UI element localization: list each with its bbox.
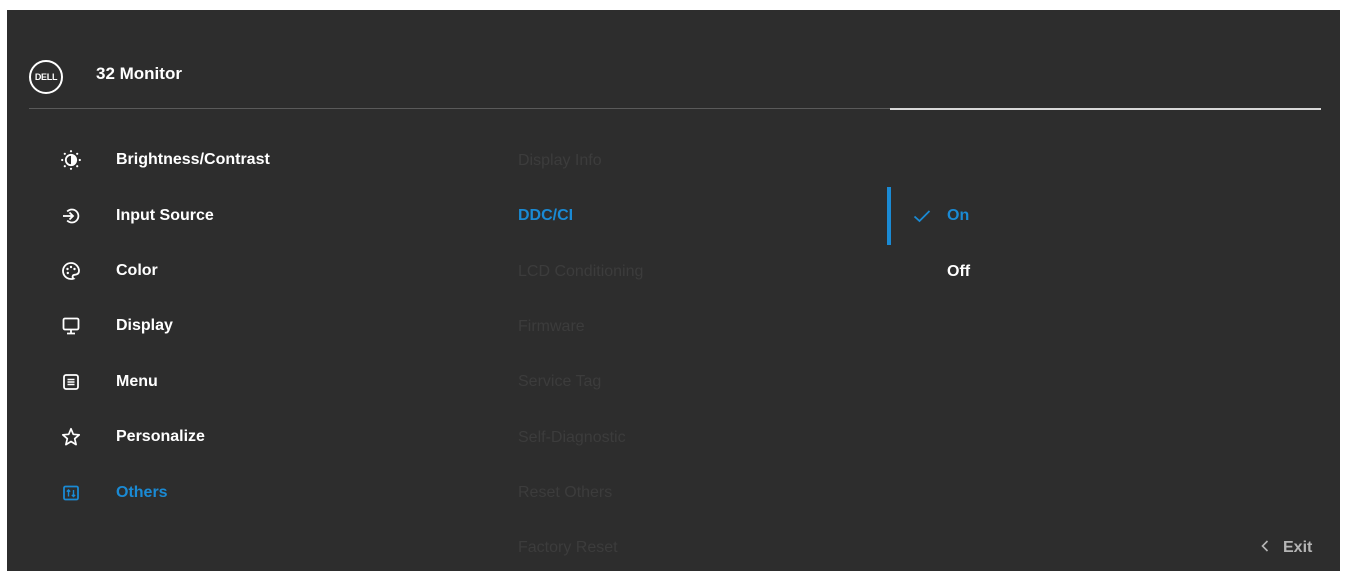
menu-item-brightness-contrast[interactable]: Brightness/Contrast [60,145,460,175]
chevron-left-icon [1261,539,1269,557]
menu-item-label: Brightness/Contrast [116,151,270,168]
menu-icon [60,371,82,393]
menu-item-label: Menu [116,373,158,390]
submenu-item-factory-reset[interactable]: Factory Reset [518,536,618,560]
menu-item-menu[interactable]: Menu [60,367,460,397]
brightness-icon [60,149,82,171]
menu-item-label: Others [116,484,168,501]
submenu-item-lcd-conditioning[interactable]: LCD Conditioning [518,260,643,284]
dell-logo-text: DELL [34,72,58,82]
menu-item-label: Personalize [116,428,205,445]
submenu-item-reset-others[interactable]: Reset Others [518,481,612,505]
exit-button[interactable]: Exit [1261,536,1312,560]
menu-item-color[interactable]: Color [60,256,460,286]
menu-item-input-source[interactable]: Input Source [60,201,460,231]
selection-indicator [887,187,891,245]
checkmark-icon [913,209,931,223]
submenu-item-self-diagnostic[interactable]: Self-Diagnostic [518,426,626,450]
menu-item-label: Display [116,317,173,334]
submenu-item-service-tag[interactable]: Service Tag [518,370,601,394]
submenu-item-ddc-ci[interactable]: DDC/CI [518,204,573,228]
menu-item-others[interactable]: Others [60,478,460,508]
menu-item-personalize[interactable]: Personalize [60,422,460,452]
others-icon [60,482,82,504]
monitor-title: 32 Monitor [96,64,182,83]
color-palette-icon [60,260,82,282]
monitor-osd-panel: DELL 32 Monitor Brightness/Contrast Inpu… [7,10,1340,571]
menu-item-label: Color [116,262,158,279]
menu-item-label: Input Source [116,207,214,224]
display-monitor-icon [60,315,82,337]
options-header-divider [890,108,1321,110]
submenu-item-firmware[interactable]: Firmware [518,315,585,339]
option-on[interactable]: On [947,204,969,228]
dell-logo: DELL [29,60,63,94]
submenu-item-display-info[interactable]: Display Info [518,149,602,173]
header-divider [29,108,890,109]
exit-label: Exit [1283,539,1313,556]
menu-item-display[interactable]: Display [60,311,460,341]
star-icon [60,426,82,448]
input-source-icon [60,205,82,227]
option-off[interactable]: Off [947,260,970,284]
